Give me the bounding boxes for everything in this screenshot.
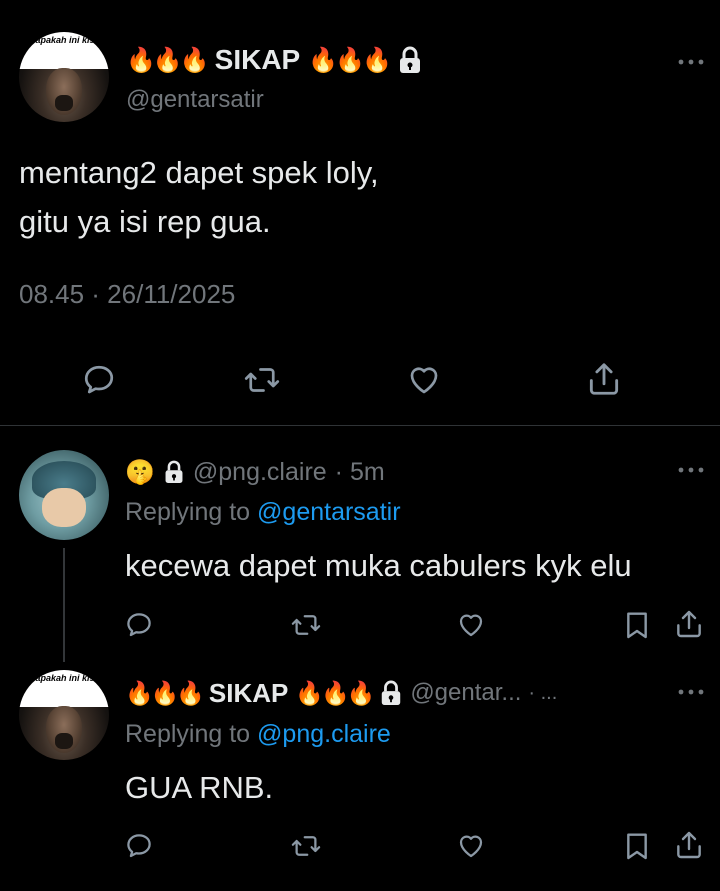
lock-icon	[379, 680, 403, 706]
replying-to-link[interactable]: @gentarsatir	[257, 498, 401, 526]
display-name: SIKAP	[214, 44, 301, 75]
heart-icon[interactable]	[455, 610, 487, 640]
reply-header[interactable]: 🔥🔥🔥 SIKAP 🔥🔥🔥 @gentar... · ...	[125, 676, 557, 710]
tweet-text-line: gitu ya isi rep gua.	[19, 204, 271, 239]
heart-icon[interactable]	[455, 831, 487, 861]
bookmark-icon[interactable]	[621, 609, 653, 641]
retweet-icon[interactable]	[290, 831, 322, 861]
replying-to-link[interactable]: @png.claire	[257, 720, 391, 748]
reply-handle: @gentar...	[410, 679, 522, 706]
replying-to-prefix: Replying to	[125, 720, 251, 748]
share-icon[interactable]	[673, 608, 705, 640]
more-horizontal-icon[interactable]	[678, 688, 704, 696]
thread-line	[63, 548, 65, 662]
fire-emoji-right: 🔥🔥🔥	[295, 679, 375, 706]
avatar-caption: is, apakah ini kisah	[19, 32, 109, 70]
heart-icon[interactable]	[405, 362, 443, 398]
avatar-beard	[55, 733, 73, 750]
avatar-face	[42, 487, 86, 528]
fire-emoji-left: 🔥🔥🔥	[126, 46, 210, 74]
share-icon[interactable]	[673, 829, 705, 861]
replying-to: Replying to @png.claire	[125, 720, 391, 749]
tweet-text: mentang2 dapet spek loly, gitu ya isi re…	[19, 148, 379, 246]
reply-avatar[interactable]	[19, 450, 109, 540]
lock-icon	[397, 46, 423, 74]
replying-to: Replying to @gentarsatir	[125, 498, 401, 527]
reply-text: GUA RNB.	[125, 770, 274, 805]
author-name-row[interactable]: 🔥🔥🔥 SIKAP 🔥🔥🔥	[126, 42, 423, 78]
shush-emoji: 🤫	[125, 458, 155, 486]
retweet-icon[interactable]	[290, 610, 322, 640]
tweet-text-line: mentang2 dapet spek loly,	[19, 155, 379, 190]
reply-time: · ...	[528, 681, 558, 704]
reply-header[interactable]: 🤫 @png.claire · 5m	[125, 456, 385, 488]
author-avatar[interactable]: is, apakah ini kisah	[19, 32, 109, 122]
bookmark-icon[interactable]	[621, 830, 653, 862]
avatar-caption: is, apakah ini kisah	[19, 670, 109, 708]
more-horizontal-icon[interactable]	[678, 58, 704, 66]
fire-emoji-right: 🔥🔥🔥	[308, 46, 392, 74]
avatar-beard	[55, 95, 73, 112]
share-icon[interactable]	[585, 360, 623, 398]
reply-icon[interactable]	[124, 610, 154, 640]
reply-handle: @png.claire	[192, 457, 327, 486]
tweet-timestamp[interactable]: 08.45 · 26/11/2025	[19, 279, 235, 310]
fire-emoji-left: 🔥🔥🔥	[125, 679, 205, 706]
reply-icon[interactable]	[81, 362, 117, 398]
author-handle[interactable]: @gentarsatir	[126, 86, 264, 114]
reply-text: kecewa dapet muka cabulers kyk elu	[125, 548, 632, 583]
retweet-icon[interactable]	[243, 362, 281, 398]
reply-time: · 5m	[334, 457, 385, 486]
display-name: SIKAP	[208, 677, 289, 708]
replying-to-prefix: Replying to	[125, 498, 251, 526]
lock-icon	[163, 460, 185, 484]
reply-avatar[interactable]: is, apakah ini kisah	[19, 670, 109, 760]
divider	[0, 425, 720, 426]
reply-icon[interactable]	[124, 831, 154, 861]
more-horizontal-icon[interactable]	[678, 466, 704, 474]
